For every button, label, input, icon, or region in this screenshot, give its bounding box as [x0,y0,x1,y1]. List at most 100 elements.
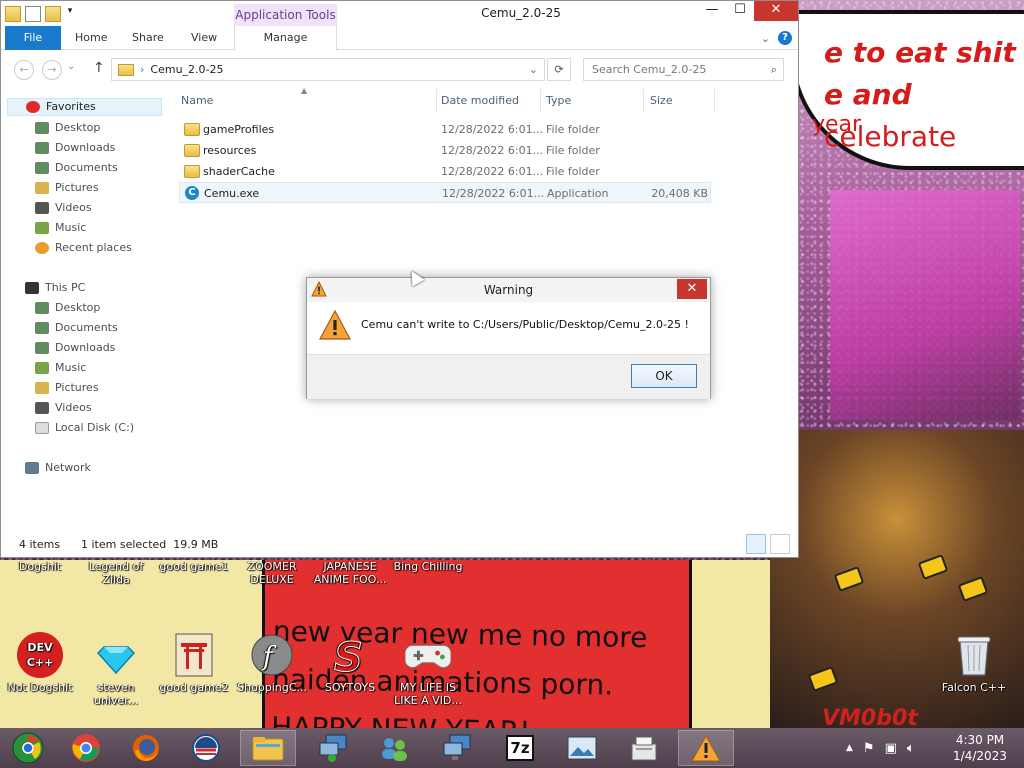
table-row[interactable]: resources 12/28/2022 6:01... File folder [179,140,711,161]
details-view-icon[interactable] [746,534,766,554]
help-icon[interactable]: ? [778,31,792,45]
taskbar-obama[interactable] [178,730,234,766]
nav-fav-downloads[interactable]: Downloads [35,139,115,157]
up-button[interactable]: ↑ [93,60,105,76]
nav-pc-local-disk[interactable]: Local Disk (C:) [35,419,134,437]
nav-network[interactable]: Network [25,459,91,477]
flag-icon[interactable]: ⚑ [863,741,875,756]
file-name: resources [203,144,257,157]
dialog-close-button[interactable]: ✕ [677,279,707,299]
table-row-selected[interactable]: C Cemu.exe 12/28/2022 6:01... Applicatio… [179,182,711,203]
show-hidden-icons[interactable]: ▲ [846,743,853,753]
title-bar[interactable]: ▾ Application Tools Cemu_2.0-25 — ☐ ✕ [1,1,798,26]
tab-home[interactable]: Home [61,26,121,50]
network-tray-icon[interactable]: ▣ [885,741,897,756]
maximize-button[interactable]: ☐ [726,1,754,21]
column-header-type[interactable]: Type [546,89,644,113]
taskbar-chrome[interactable] [58,730,114,766]
tab-view[interactable]: View [177,26,231,50]
table-row[interactable]: gameProfiles 12/28/2022 6:01... File fol… [179,119,711,140]
nav-pc-videos[interactable]: Videos [35,399,92,417]
nav-this-pc[interactable]: This PC [25,279,85,297]
column-header-date[interactable]: Date modified [441,89,541,113]
warning-icon [318,309,352,344]
address-dropdown-icon[interactable]: ⌄ [529,59,538,80]
tab-manage[interactable]: Manage [234,26,337,50]
taskbar-warning-app[interactable] [678,730,734,766]
back-button[interactable]: ← [14,60,34,80]
nav-pc-pictures[interactable]: Pictures [35,379,99,397]
s-logo-icon: S [327,632,373,678]
breadcrumb-current[interactable]: Cemu_2.0-25 [150,59,223,80]
tab-share[interactable]: Share [118,26,178,50]
desktop-icon-label: Falcon C++ [941,681,1007,694]
taskbar-firefox[interactable] [118,730,174,766]
desktop-icon-good-game1[interactable]: good game1 [156,560,232,573]
nav-fav-music[interactable]: Music [35,219,86,237]
nav-pc-documents[interactable]: Documents [35,319,118,337]
nav-fav-recent-places[interactable]: Recent places [35,239,132,257]
start-button[interactable] [0,730,56,766]
desktop-icon-steven-universe[interactable]: steven univer... [78,632,154,707]
taskbar-7zip[interactable]: 7z [492,730,548,766]
folder-icon[interactable] [5,6,21,22]
nav-fav-desktop[interactable]: Desktop [35,119,100,137]
tab-file[interactable]: File [5,26,61,50]
expand-ribbon-icon[interactable]: ⌄ [761,32,770,45]
desktop-icon-japanese-anime[interactable]: JAPANESE ANIME FOO... [312,560,388,586]
clock[interactable]: 4:30 PM 1/4/2023 [945,732,1015,764]
column-header-size[interactable]: Size [650,89,715,113]
downloads-icon [35,142,49,154]
desktop-icon-falcon-cpp[interactable]: Falcon C++ [936,632,1012,694]
dialog-message: Cemu can't write to C:/Users/Public/Desk… [361,318,689,331]
search-input[interactable]: Search Cemu_2.0-25 ⌕ [583,58,784,81]
file-date: 12/28/2022 6:01... [441,123,544,136]
desktop-icon-dogshit[interactable]: Dogshit [2,560,78,573]
minimize-button[interactable]: — [698,1,726,21]
refresh-button[interactable]: ⟳ [547,58,571,81]
desktop-icon-label: Not Dogshit [7,681,73,694]
nav-fav-documents[interactable]: Documents [35,159,118,177]
context-tab-application-tools: Application Tools [234,4,337,26]
column-header-name[interactable]: Name [181,89,437,113]
taskbar-people-app[interactable] [366,730,422,766]
taskbar-store[interactable] [616,730,672,766]
taskbar-photos[interactable] [554,730,610,766]
address-bar[interactable]: › Cemu_2.0-25 ⌄ [111,58,545,81]
desktop-icon-zoomer-deluxe[interactable]: ZOOMER DELUXE [234,560,310,586]
desktop-icon-not-dogshit[interactable]: DEV C++ Not Dogshit [2,632,78,694]
recent-locations-icon[interactable]: ⌄ [67,61,75,72]
ok-button[interactable]: OK [631,364,697,388]
table-row[interactable]: shaderCache 12/28/2022 6:01... File fold… [179,161,711,182]
nav-label: Local Disk (C:) [55,421,135,434]
dialog-button-area: OK [307,354,710,399]
new-folder-icon[interactable] [45,6,61,22]
volume-icon[interactable]: 🔈︎ [907,741,915,756]
desktop-icon-soytoys[interactable]: S SOYTOYS [312,632,388,695]
forward-button[interactable]: → [42,60,62,80]
properties-icon[interactable] [25,6,41,22]
close-button[interactable]: ✕ [754,1,798,21]
desktop-icon-label: good game1 [159,560,229,573]
nav-favorites[interactable]: Favorites [7,98,162,116]
taskbar-network-app[interactable] [306,730,362,766]
desktop-icon-my-life[interactable]: MY LIFE IS LIKE A VID... [390,632,466,707]
desktop-icon-legend-of-zilda[interactable]: Legend of Zilda [78,560,154,586]
desktop-icon-shopping[interactable]: f ShoppingC... [234,632,310,694]
devcpp-icon: DEV C++ [17,632,63,678]
large-icons-view-icon[interactable] [770,534,790,554]
desktop-icon-bing-chilling[interactable]: Bing Chilling [390,560,466,573]
dialog-title-bar[interactable]: Warning ✕ [307,278,710,302]
nav-pc-desktop[interactable]: Desktop [35,299,100,317]
desktop-icon-label: ZOOMER DELUXE [247,560,297,586]
taskbar-remote-app[interactable] [430,730,486,766]
nav-fav-videos[interactable]: Videos [35,199,92,217]
taskbar-file-explorer[interactable] [240,730,296,766]
desktop-icon-good-game2[interactable]: good game2 [156,632,232,694]
customize-qat-icon[interactable]: ▾ [65,6,75,22]
nav-pc-music[interactable]: Music [35,359,86,377]
nav-pc-downloads[interactable]: Downloads [35,339,115,357]
nav-label: Documents [55,161,118,174]
nav-fav-pictures[interactable]: Pictures [35,179,99,197]
obama-logo-icon [192,734,220,762]
